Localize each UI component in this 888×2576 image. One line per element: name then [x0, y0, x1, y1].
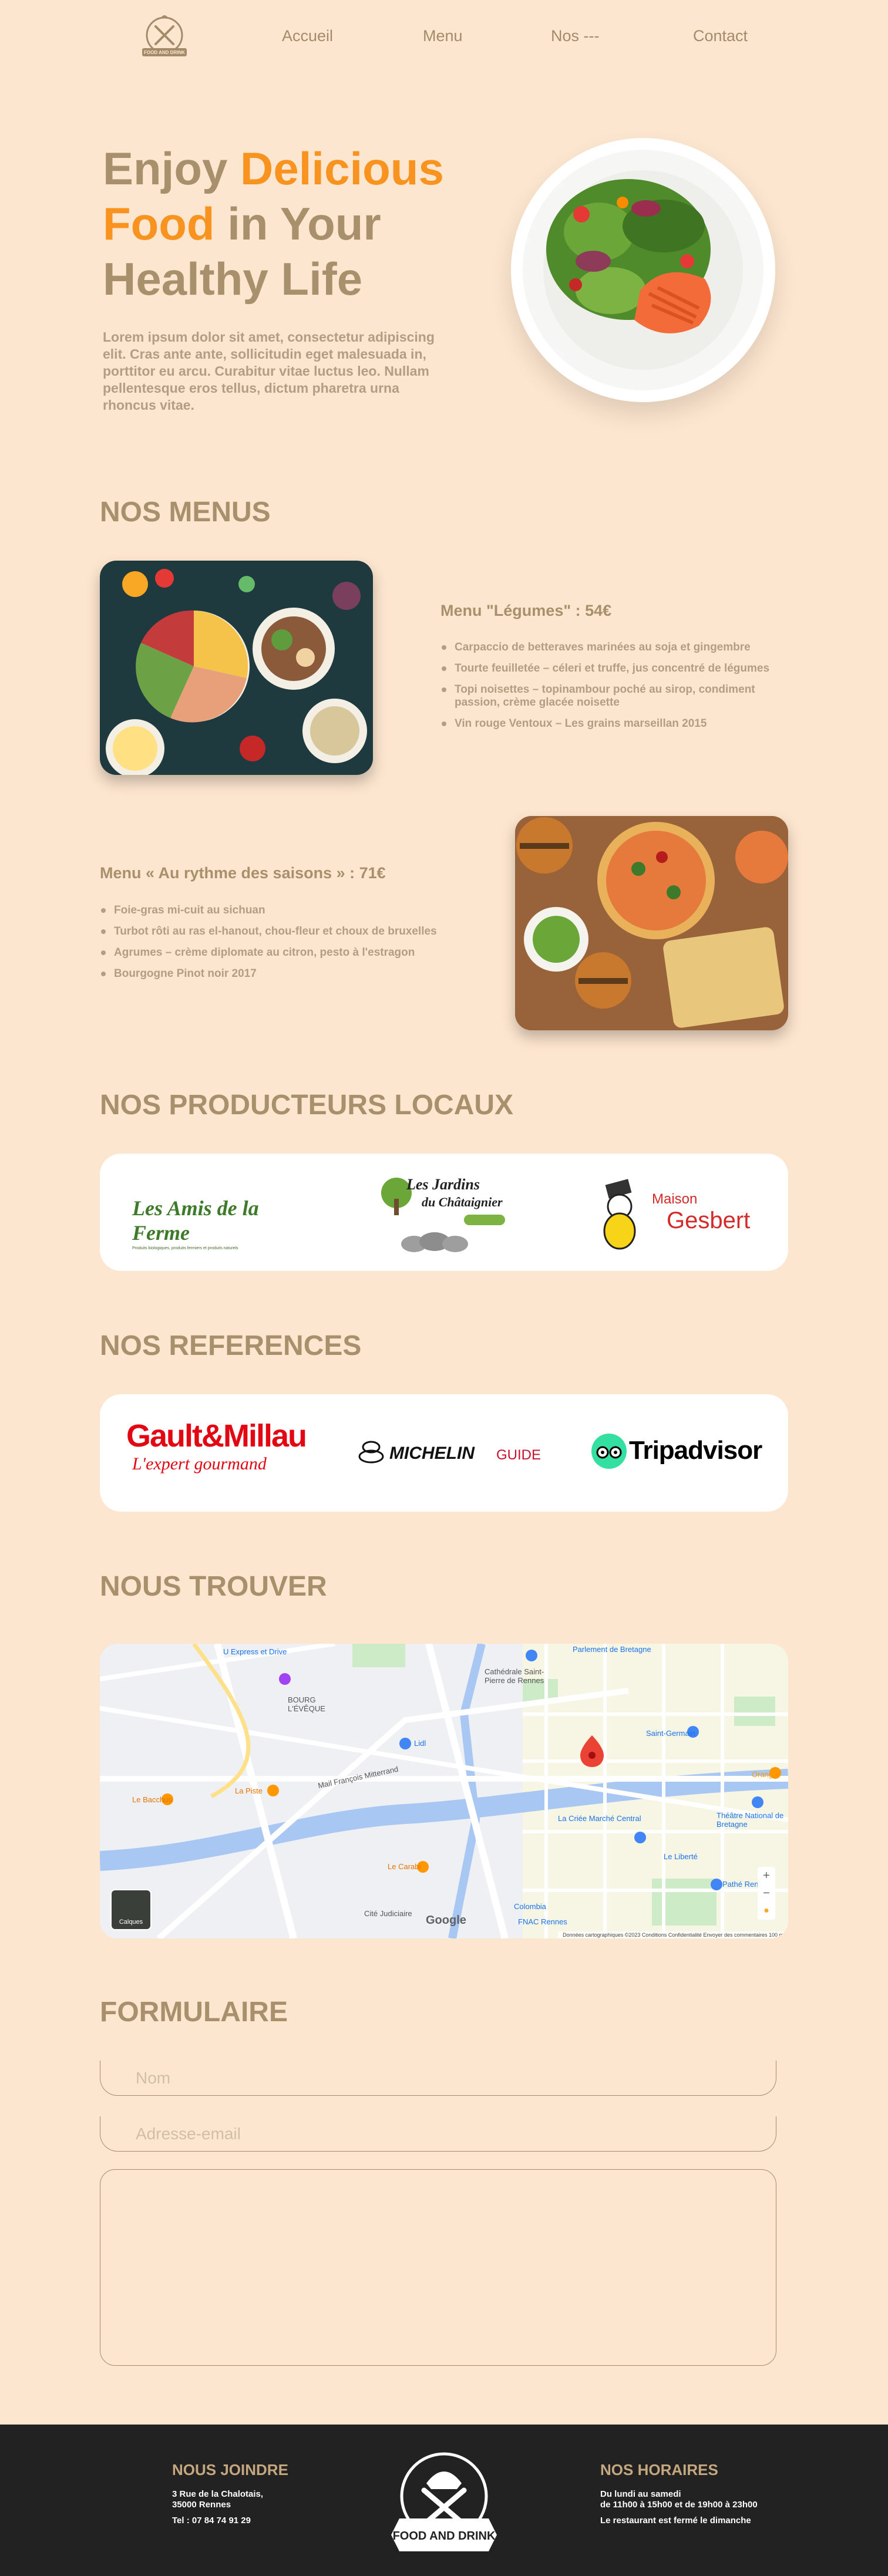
- footer-logo[interactable]: FOOD AND DRINK: [382, 2448, 506, 2560]
- message-textarea[interactable]: [100, 2169, 776, 2366]
- menu-legumes-dishes: Carpaccio de betteraves marinées au soja…: [440, 641, 793, 739]
- amis-de-la-ferme-logo[interactable]: Les Amis de la Ferme Produits biologique…: [132, 1196, 308, 1250]
- hero-title-part: Healthy Life: [103, 253, 363, 305]
- tripadvisor-text: Tripadvisor: [629, 1436, 762, 1465]
- menu-saisons-dishes: Foie-gras mi-cuit au sichuan Turbot rôti…: [100, 904, 452, 989]
- jardins-du-chataignier-logo[interactable]: Les Jardins du Châtaignier: [376, 1172, 529, 1255]
- map-label: Colombia: [514, 1902, 546, 1911]
- producers-section-title: NOS PRODUCTEURS LOCAUX: [100, 1090, 514, 1121]
- dish-item: Carpaccio de betteraves marinées au soja…: [440, 641, 793, 654]
- maison-text: Maison: [652, 1191, 698, 1207]
- hero-title-part: Enjoy: [103, 143, 241, 194]
- map-label: Cité Judiciaire: [364, 1909, 412, 1918]
- nav-link-accueil[interactable]: Accueil: [282, 27, 333, 45]
- guide-text: GUIDE: [496, 1447, 541, 1463]
- footer-phone[interactable]: Tel : 07 84 74 91 29: [172, 2516, 251, 2526]
- map-label: Le Carabi: [388, 1862, 421, 1871]
- hero-text: Lorem ipsum dolor sit amet, consectetur …: [103, 329, 435, 413]
- references-logos-card: Gault&Millau L'expert gourmand MICHELIN …: [100, 1394, 788, 1512]
- map-footer-text: Données cartographiques ©2023 Conditions…: [558, 1931, 788, 1938]
- google-map[interactable]: U Express et Drive Cathédrale Saint-Pier…: [100, 1644, 788, 1938]
- bushes-icon: [401, 1232, 468, 1252]
- footer-address-line2: 35000 Rennes: [172, 2500, 231, 2510]
- michelin-text: MICHELIN: [389, 1444, 475, 1463]
- map-label: Orange: [752, 1770, 778, 1779]
- zoom-out-button[interactable]: −: [758, 1884, 775, 1902]
- hero-title-accent: Delicious: [240, 143, 444, 194]
- map-label: FNAC Rennes: [518, 1917, 567, 1926]
- footer-address-line1: 3 Rue de la Chalotais,: [172, 2489, 264, 2499]
- map-label: Lidl: [414, 1739, 426, 1748]
- menu-saisons-title: Menu « Au rythme des saisons » : 71€: [100, 864, 386, 882]
- footer-logo-text: FOOD AND DRINK: [393, 2530, 496, 2543]
- dish-item: Bourgogne Pinot noir 2017: [100, 967, 452, 980]
- maison-gesbert-logo[interactable]: Maison Gesbert: [596, 1177, 751, 1253]
- jardins-logo-line1: Les Jardins: [406, 1176, 480, 1193]
- map-canvas[interactable]: [100, 1644, 788, 1938]
- michelin-guide-logo[interactable]: MICHELIN GUIDE: [355, 1440, 543, 1469]
- vegetable-bowls-image: [100, 561, 373, 775]
- dish-item: Foie-gras mi-cuit au sichuan: [100, 904, 452, 917]
- google-logo: Google: [426, 1914, 466, 1927]
- nav-link-menu[interactable]: Menu: [423, 27, 463, 45]
- map-label: Le Liberté: [664, 1852, 698, 1861]
- tripadvisor-owl-icon: [591, 1434, 627, 1469]
- dish-item: Agrumes – crème diplomate au citron, pes…: [100, 946, 452, 959]
- gesbert-text: Gesbert: [667, 1208, 751, 1233]
- footer-hours-line2: de 11h00 à 15h00 et de 19h00 à 23h00: [600, 2500, 758, 2510]
- email-field[interactable]: [100, 2116, 776, 2152]
- dish-item: Topi noisettes – topinambour poché au si…: [440, 683, 793, 709]
- michelin-man-icon: [358, 1441, 384, 1464]
- map-label: Le Bacchus: [132, 1795, 172, 1804]
- footer-hours-line3: Le restaurant est fermé le dimanche: [600, 2516, 751, 2526]
- dish-item: Vin rouge Ventoux – Les grains marseilla…: [440, 717, 793, 730]
- map-label: La Piste: [235, 1786, 263, 1795]
- find-us-section-title: NOUS TROUVER: [100, 1571, 327, 1602]
- gault-millau-logo[interactable]: Gault&Millau L'expert gourmand: [126, 1418, 314, 1474]
- menu-legumes-title: Menu "Légumes" : 54€: [440, 602, 612, 619]
- chef-mascot-icon: [603, 1179, 636, 1250]
- map-layers-label: Calques: [119, 1918, 143, 1926]
- footer-hours-title: NOS HORAIRES: [600, 2461, 718, 2479]
- dish-item: Turbot rôti au ras el-hanout, chou-fleur…: [100, 925, 452, 938]
- logo-text: FOOD AND DRINK: [144, 50, 185, 55]
- map-zoom-controls: + − ●: [758, 1867, 775, 1920]
- references-section-title: NOS REFERENCES: [100, 1330, 362, 1361]
- form-section-title: FORMULAIRE: [100, 1997, 288, 2028]
- name-field[interactable]: [100, 2061, 776, 2096]
- menus-section-title: NOS MENUS: [100, 497, 271, 528]
- tripadvisor-logo[interactable]: Tripadvisor: [590, 1432, 766, 1474]
- nav-link-contact[interactable]: Contact: [693, 27, 748, 45]
- nav-link-nos[interactable]: Nos ---: [551, 27, 600, 45]
- map-label: U Express et Drive: [223, 1647, 287, 1656]
- amis-logo-text: Les Amis de la Ferme: [132, 1196, 259, 1245]
- street-view-icon[interactable]: ●: [758, 1902, 775, 1920]
- map-label: Cathédrale Saint-Pierre de Rennes: [485, 1667, 544, 1685]
- map-label: Théâtre National de Bretagne: [717, 1811, 784, 1829]
- gault-logo-text: Gault&Millau: [126, 1418, 307, 1454]
- footer: NOUS JOINDRE 3 Rue de la Chalotais, 3500…: [0, 2425, 888, 2576]
- jardins-logo-badge: [464, 1215, 505, 1225]
- producers-logos-card: Les Amis de la Ferme Produits biologique…: [100, 1154, 788, 1271]
- map-layers-button[interactable]: Calques: [110, 1889, 152, 1930]
- map-label: Saint-Germain: [646, 1729, 695, 1738]
- pizza-burger-table-image: [515, 816, 788, 1030]
- map-label: La Criée Marché Central: [558, 1814, 641, 1823]
- zoom-in-button[interactable]: +: [758, 1867, 775, 1884]
- jardins-logo-line2: du Châtaignier: [422, 1195, 503, 1209]
- footer-hours-line1: Du lundi au samedi: [600, 2489, 681, 2499]
- gault-logo-subtitle: L'expert gourmand: [132, 1454, 267, 1474]
- salmon-salad-plate-image: [511, 138, 775, 402]
- hero-title-part: in Your: [214, 198, 381, 249]
- dish-item: Tourte feuilletée – céleri et truffe, ju…: [440, 662, 793, 675]
- amis-logo-subtitle: Produits biologiques, produits fermiers …: [132, 1246, 238, 1250]
- map-label: BOURG L'ÉVÊQUE: [288, 1695, 325, 1713]
- map-label: Parlement de Bretagne: [573, 1645, 651, 1654]
- footer-join-title: NOUS JOINDRE: [172, 2461, 288, 2479]
- top-navigation: FOOD AND DRINK Accueil Menu Nos --- Cont…: [0, 0, 888, 76]
- hero-title-accent: Food: [103, 198, 215, 249]
- restaurant-logo[interactable]: FOOD AND DRINK: [135, 12, 194, 65]
- hero-title: Enjoy Delicious Food in Your Healthy Lif…: [103, 141, 479, 306]
